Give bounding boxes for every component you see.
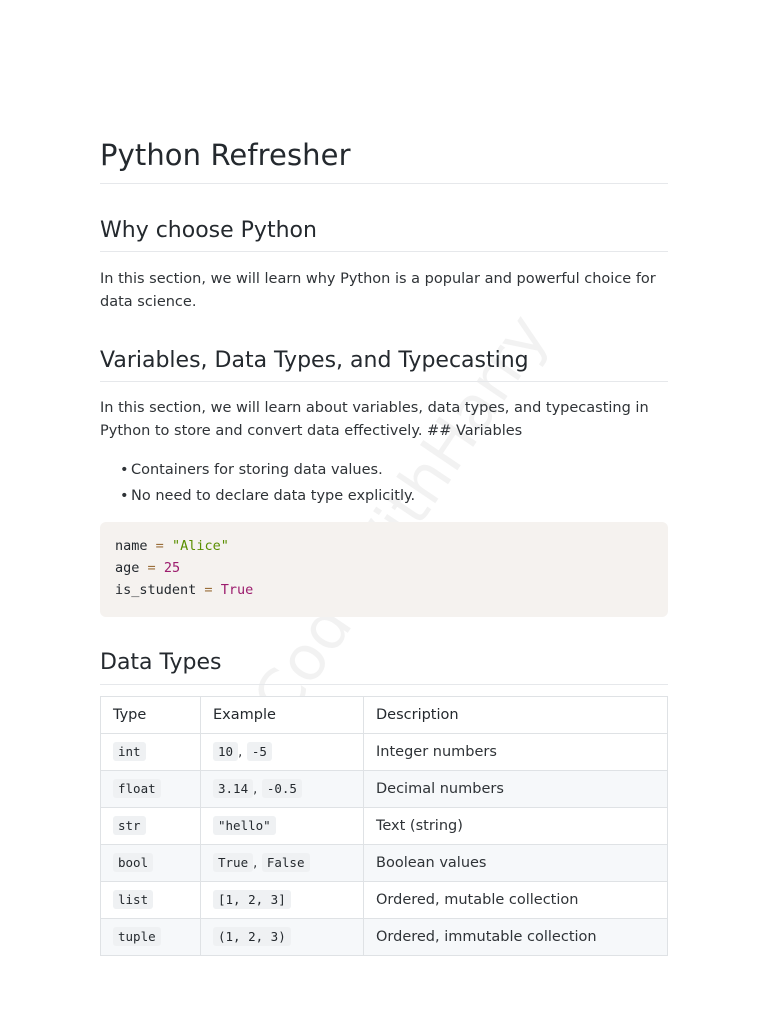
type-code: float [113, 779, 161, 798]
column-header-type: Type [100, 696, 201, 734]
example-code: 3.14 [213, 779, 254, 798]
section-text-why: In this section, we will learn why Pytho… [100, 271, 656, 310]
bullet-list: • Containers for storing data values. • No… [100, 457, 415, 509]
example-code: (1, 2, 3) [213, 927, 291, 946]
example-code: False [261, 853, 310, 872]
example-code: -5 [246, 742, 272, 761]
description-cell: Ordered, mutable collection [363, 881, 668, 919]
example-code: -0.5 [261, 779, 302, 798]
list-item: • No need to declare data type explicitly… [100, 483, 415, 509]
description-cell: Text (string) [363, 807, 668, 845]
table-row: float 3.14, -0.5 Decimal numbers [100, 770, 668, 808]
type-code: tuple [113, 927, 161, 946]
page-title: Python Refresher [100, 138, 351, 172]
section-heading-variables: Variables, Data Types, and Typecasting [100, 348, 529, 373]
type-code: int [113, 742, 146, 761]
example-code: 10 [213, 742, 239, 761]
table-row: str "hello" Text (string) [100, 807, 668, 845]
bullet-icon: • [120, 488, 129, 504]
description-cell: Integer numbers [363, 733, 668, 771]
code-line: is_student = True [115, 582, 254, 598]
type-code: list [113, 890, 154, 909]
table-row: int 10, -5 Integer numbers [100, 733, 668, 771]
section-divider [100, 381, 668, 382]
table-row: tuple (1, 2, 3) Ordered, immutable colle… [100, 918, 668, 956]
table-row: bool True, False Boolean values [100, 844, 668, 882]
data-types-table: Type Example Description int 10, -5 Inte… [100, 696, 668, 956]
type-code: str [113, 816, 146, 835]
title-divider [100, 183, 668, 184]
list-item: • Containers for storing data values. [100, 457, 415, 483]
table-header-row: Type Example Description [100, 696, 668, 734]
example-code: "hello" [213, 816, 276, 835]
bullet-icon: • [120, 462, 129, 478]
example-code: True [213, 853, 254, 872]
section-divider [100, 251, 668, 252]
code-line: name = "Alice" [115, 538, 229, 554]
section-divider [100, 684, 668, 685]
code-block[interactable]: name = "Alice" age = 25 is_student = Tru… [100, 522, 668, 617]
type-code: bool [113, 853, 154, 872]
column-header-example: Example [200, 696, 364, 734]
example-code: [1, 2, 3] [213, 890, 291, 909]
description-cell: Boolean values [363, 844, 668, 882]
column-header-description: Description [363, 696, 668, 734]
description-cell: Ordered, immutable collection [363, 918, 668, 956]
section-text-variables: In this section, we will learn about var… [100, 400, 649, 439]
code-line: age = 25 [115, 560, 181, 576]
section-heading-datatypes: Data Types [100, 650, 222, 675]
section-heading-why: Why choose Python [100, 218, 317, 243]
description-cell: Decimal numbers [363, 770, 668, 808]
table-row: list [1, 2, 3] Ordered, mutable collecti… [100, 881, 668, 919]
